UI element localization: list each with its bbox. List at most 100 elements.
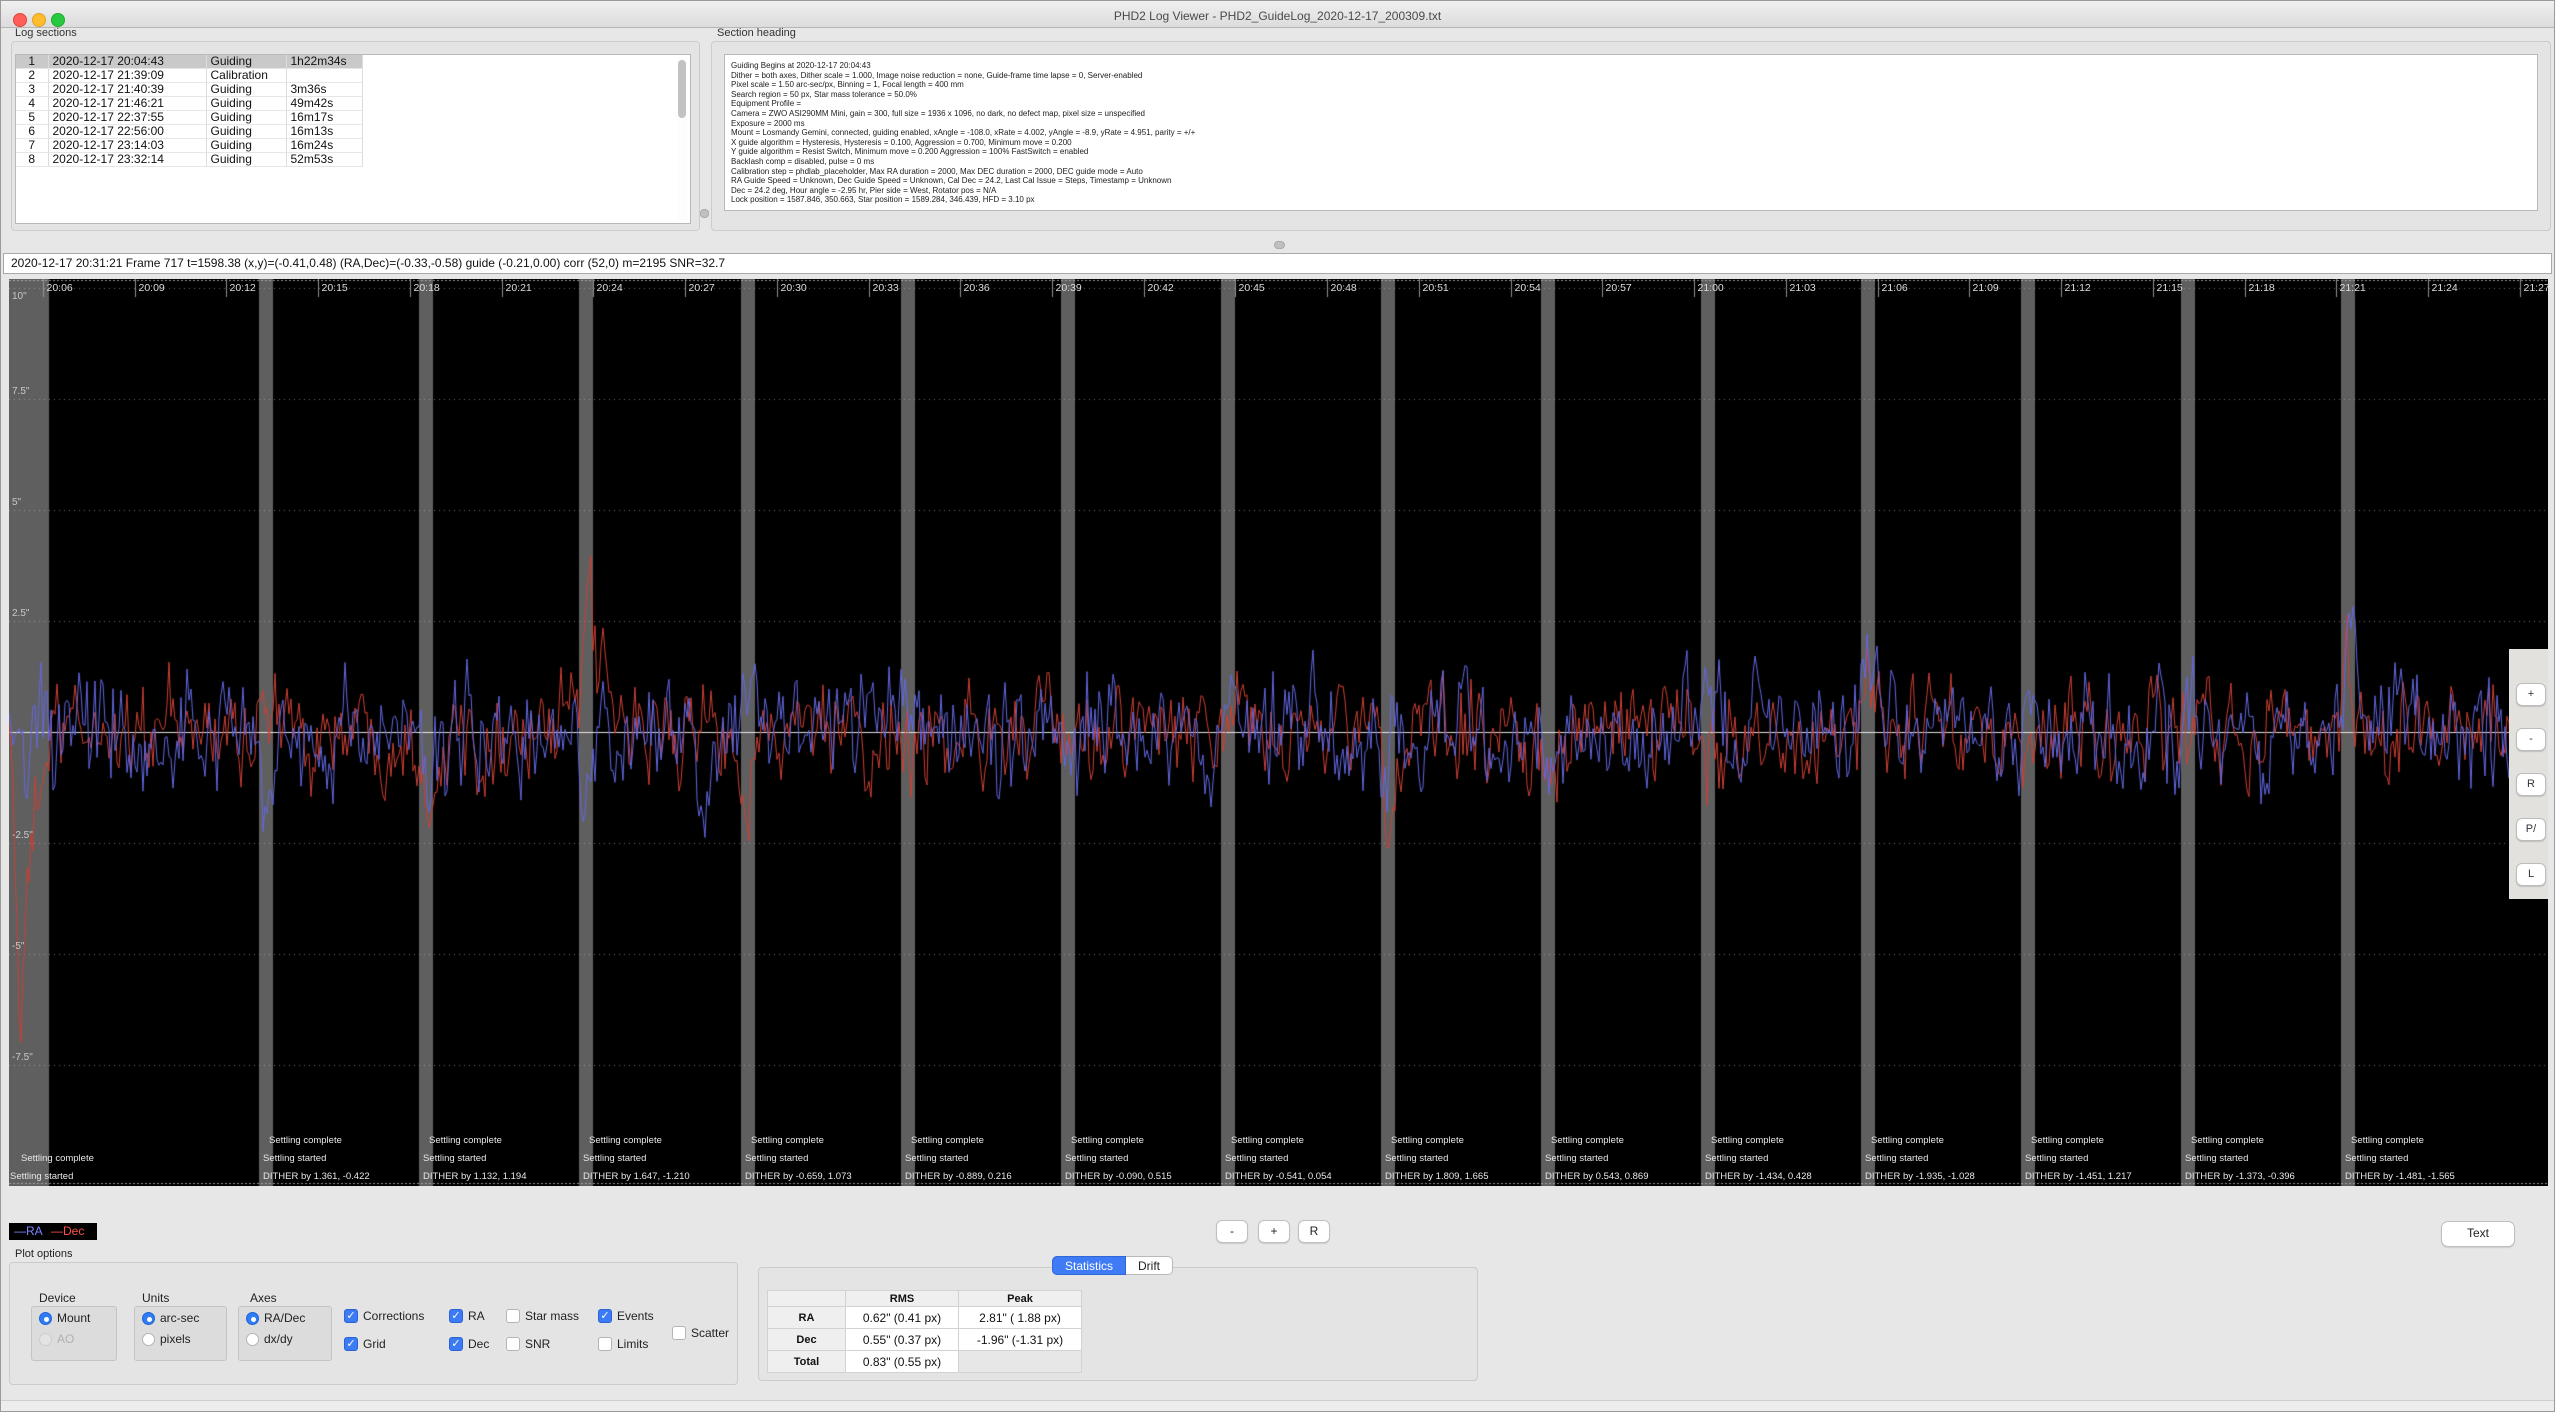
chart-reset-button[interactable]: R bbox=[2516, 773, 2546, 796]
checkbox-snr[interactable] bbox=[506, 1337, 520, 1351]
log-sections-label: Log sections bbox=[15, 27, 77, 39]
stats-row-dec: Dec0.55" (0.37 px)-1.96" (-1.31 px) bbox=[768, 1329, 1082, 1351]
x-axis-label: 20:12 bbox=[230, 282, 256, 294]
checkbox-limits[interactable] bbox=[598, 1337, 612, 1351]
log-cell-dur: 16m13s bbox=[286, 125, 362, 139]
x-axis-label: 20:54 bbox=[1515, 282, 1541, 294]
event-settling-started: Settling started bbox=[423, 1153, 486, 1164]
checkbox-ra[interactable]: ✓ bbox=[449, 1309, 463, 1323]
x-axis-label: 20:51 bbox=[1423, 282, 1449, 294]
section-heading-line: RA Guide Speed = Unknown, Dec Guide Spee… bbox=[731, 176, 2537, 186]
log-sections-scrollbar[interactable] bbox=[677, 58, 687, 220]
log-cell-dur: 16m24s bbox=[286, 139, 362, 153]
section-heading-line: Exposure = 2000 ms bbox=[731, 119, 2537, 129]
x-axis-label: 21:18 bbox=[2249, 282, 2275, 294]
event-settling-started: Settling started bbox=[10, 1171, 73, 1182]
checkbox-star-mass[interactable] bbox=[506, 1309, 520, 1323]
stats-peak-value bbox=[959, 1351, 1082, 1373]
radio-label-arc-sec: arc-sec bbox=[160, 1311, 199, 1325]
guide-chart[interactable]: 20:0620:0920:1220:1520:1820:2120:2420:27… bbox=[9, 279, 2548, 1186]
log-cell-dt: 2020-12-17 23:14:03 bbox=[48, 139, 206, 153]
checkbox-scatter[interactable] bbox=[672, 1326, 686, 1340]
x-axis-label: 21:09 bbox=[1973, 282, 1999, 294]
radio-dx-dy[interactable] bbox=[246, 1333, 259, 1346]
event-settling-complete: Settling complete bbox=[751, 1135, 824, 1146]
event-settling-started: Settling started bbox=[1545, 1153, 1608, 1164]
event-dither-label: DITHER by -0.090, 0.515 bbox=[1065, 1171, 1172, 1182]
log-cell-dt: 2020-12-17 20:04:43 bbox=[48, 55, 206, 69]
vertical-splitter-handle[interactable] bbox=[700, 209, 709, 218]
stats-rms-value: 0.83" (0.55 px) bbox=[846, 1351, 959, 1373]
log-cell-type: Guiding bbox=[206, 97, 286, 111]
section-heading-line: Camera = ZWO ASI290MM Mini, gain = 300, … bbox=[731, 109, 2537, 119]
log-cell-dur: 3m36s bbox=[286, 83, 362, 97]
log-section-row[interactable]: 52020-12-17 22:37:55Guiding16m17s bbox=[16, 111, 362, 125]
chart-zoom-out-button[interactable]: - bbox=[2516, 728, 2546, 751]
checkbox-dec[interactable]: ✓ bbox=[449, 1337, 463, 1351]
units-group-label: Units bbox=[142, 1291, 169, 1305]
phd2-log-viewer-window: PHD2 Log Viewer - PHD2_GuideLog_2020-12-… bbox=[0, 0, 2555, 1412]
log-section-row[interactable]: 82020-12-17 23:32:14Guiding52m53s bbox=[16, 153, 362, 167]
x-axis-label: 20:42 bbox=[1148, 282, 1174, 294]
axes-group-label: Axes bbox=[250, 1291, 277, 1305]
checkbox-grid[interactable]: ✓ bbox=[344, 1337, 358, 1351]
event-settling-started: Settling started bbox=[2185, 1153, 2248, 1164]
y-axis-label: 5" bbox=[12, 497, 21, 508]
checkbox-events[interactable]: ✓ bbox=[598, 1309, 612, 1323]
radio-label-ao: AO bbox=[57, 1332, 74, 1346]
log-section-row[interactable]: 12020-12-17 20:04:43Guiding1h22m34s bbox=[16, 55, 362, 69]
checkbox-corrections[interactable]: ✓ bbox=[344, 1309, 358, 1323]
scrollbar-thumb[interactable] bbox=[678, 60, 686, 118]
guide-chart-canvas[interactable] bbox=[9, 279, 2548, 1186]
window-title: PHD2 Log Viewer - PHD2_GuideLog_2020-12-… bbox=[1, 9, 2554, 23]
event-dither-label: DITHER by -1.373, -0.396 bbox=[2185, 1171, 2295, 1182]
title-bar[interactable]: PHD2 Log Viewer - PHD2_GuideLog_2020-12-… bbox=[1, 1, 2554, 28]
status-bar: 2020-12-17 20:31:21 Frame 717 t=1598.38 … bbox=[3, 253, 2552, 274]
radio-pixels[interactable] bbox=[142, 1333, 155, 1346]
radio-ra-dec[interactable] bbox=[246, 1312, 259, 1325]
section-heading-line: Calibration step = phdlab_placeholder, M… bbox=[731, 167, 2537, 177]
log-section-row[interactable]: 32020-12-17 21:40:39Guiding3m36s bbox=[16, 83, 362, 97]
log-sections-list[interactable]: 12020-12-17 20:04:43Guiding1h22m34s22020… bbox=[15, 54, 691, 224]
radio-label-pixels: pixels bbox=[160, 1332, 191, 1346]
checkbox-label-star-mass: Star mass bbox=[525, 1309, 579, 1323]
x-axis-label: 20:09 bbox=[139, 282, 165, 294]
stats-rms-value: 0.55" (0.37 px) bbox=[846, 1329, 959, 1351]
reset-zoom-button[interactable]: R bbox=[1298, 1220, 1330, 1243]
event-settling-complete: Settling complete bbox=[269, 1135, 342, 1146]
x-axis-label: 20:48 bbox=[1331, 282, 1357, 294]
chart-limits-button[interactable]: L bbox=[2516, 863, 2546, 886]
text-button[interactable]: Text bbox=[2441, 1221, 2515, 1247]
tab-drift[interactable]: Drift bbox=[1126, 1256, 1173, 1275]
zoom-in-button[interactable]: + bbox=[1258, 1220, 1290, 1243]
section-heading-line: Mount = Losmandy Gemini, connected, guid… bbox=[731, 128, 2537, 138]
log-cell-num: 6 bbox=[16, 125, 48, 139]
event-dither-label: DITHER by -0.541, 0.054 bbox=[1225, 1171, 1332, 1182]
event-dither-label: DITHER by 1.647, -1.210 bbox=[583, 1171, 690, 1182]
log-section-row[interactable]: 42020-12-17 21:46:21Guiding49m42s bbox=[16, 97, 362, 111]
section-heading-groupbox: Guiding Begins at 2020-12-17 20:04:43Dit… bbox=[711, 41, 2551, 231]
section-heading-label: Section heading bbox=[717, 27, 796, 39]
horizontal-splitter-handle[interactable] bbox=[1274, 241, 1285, 249]
x-axis-label: 20:24 bbox=[597, 282, 623, 294]
y-axis-label: 10" bbox=[12, 291, 27, 302]
log-section-row[interactable]: 62020-12-17 22:56:00Guiding16m13s bbox=[16, 125, 362, 139]
event-dither-label: DITHER by 1.361, -0.422 bbox=[263, 1171, 370, 1182]
log-section-row[interactable]: 72020-12-17 23:14:03Guiding16m24s bbox=[16, 139, 362, 153]
radio-mount[interactable] bbox=[39, 1312, 52, 1325]
chart-zoom-in-button[interactable]: + bbox=[2516, 683, 2546, 706]
event-settling-complete: Settling complete bbox=[911, 1135, 984, 1146]
statistics-tabs: StatisticsDrift bbox=[1052, 1256, 1173, 1275]
log-cell-dur bbox=[286, 69, 362, 83]
event-settling-complete: Settling complete bbox=[1231, 1135, 1304, 1146]
event-dither-label: DITHER by -1.481, -1.565 bbox=[2345, 1171, 2455, 1182]
x-axis-label: 21:00 bbox=[1698, 282, 1724, 294]
x-axis-label: 20:57 bbox=[1606, 282, 1632, 294]
log-cell-num: 1 bbox=[16, 55, 48, 69]
log-cell-type: Guiding bbox=[206, 139, 286, 153]
radio-arc-sec[interactable] bbox=[142, 1312, 155, 1325]
zoom-out-button[interactable]: - bbox=[1216, 1220, 1248, 1243]
log-section-row[interactable]: 22020-12-17 21:39:09Calibration bbox=[16, 69, 362, 83]
chart-pixels-arcsec-button[interactable]: P/ bbox=[2516, 818, 2546, 841]
tab-statistics[interactable]: Statistics bbox=[1052, 1256, 1126, 1275]
